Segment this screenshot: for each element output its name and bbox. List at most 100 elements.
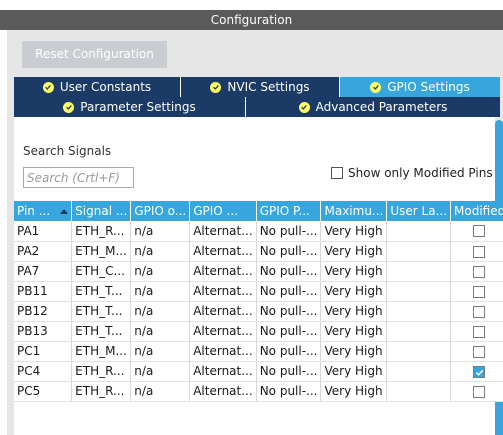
pin-cell: PB11 bbox=[14, 281, 73, 302]
gpio-mode-cell: Alternat... bbox=[189, 221, 257, 242]
table-row[interactable]: PB11 ETH_T... n/a Alternat... No pull-... Ver… bbox=[14, 281, 503, 302]
signal-cell: ETH_R... bbox=[71, 221, 132, 242]
table-row[interactable]: PC1 ETH_M... n/a Alternat... No pull-... Very… bbox=[14, 341, 503, 362]
table-row[interactable]: PC4 ETH_R... n/a Alternat... No pull-... Very… bbox=[14, 361, 503, 382]
tab-label: User Constants bbox=[59, 80, 152, 94]
modified-checkbox[interactable] bbox=[473, 245, 486, 258]
pin-cell: PC1 bbox=[14, 341, 73, 362]
show-modified-pins-toggle[interactable]: Show only Modified Pins bbox=[331, 166, 493, 180]
user-label-cell[interactable] bbox=[386, 261, 452, 282]
modified-checkbox[interactable] bbox=[473, 265, 486, 278]
panel-title: Configuration bbox=[0, 10, 503, 30]
user-label-cell[interactable] bbox=[386, 221, 452, 242]
show-modified-checkbox[interactable] bbox=[331, 167, 343, 179]
tab-row-2: Parameter Settings Advanced Parameters bbox=[14, 97, 500, 117]
tab-nvic-settings[interactable]: NVIC Settings bbox=[181, 77, 340, 97]
signal-cell: ETH_T... bbox=[71, 281, 132, 302]
column-header-gpio-output[interactable]: GPIO o... bbox=[130, 201, 191, 221]
gpio-output-cell: n/a bbox=[130, 301, 191, 322]
modified-cell bbox=[450, 381, 503, 402]
modified-checkbox[interactable] bbox=[473, 225, 486, 238]
user-label-cell[interactable] bbox=[386, 281, 452, 302]
modified-checkbox-checked[interactable] bbox=[473, 365, 486, 378]
gpio-output-cell: n/a bbox=[130, 361, 191, 382]
pin-cell: PA7 bbox=[14, 261, 73, 282]
max-speed-cell: Very High bbox=[320, 261, 388, 282]
column-header-signal[interactable]: Signal ... bbox=[71, 201, 132, 221]
table-header-row: Pin ... Signal ... GPIO o... GPIO ... GP… bbox=[14, 201, 503, 221]
signals-table: Pin ... Signal ... GPIO o... GPIO ... GP… bbox=[14, 201, 503, 402]
search-signals-label: Search Signals bbox=[23, 144, 112, 158]
top-strip bbox=[0, 0, 503, 10]
max-speed-cell: Very High bbox=[320, 361, 388, 382]
gpio-pull-cell: No pull-... bbox=[256, 341, 322, 362]
gpio-mode-cell: Alternat... bbox=[189, 241, 257, 262]
tab-parameter-settings[interactable]: Parameter Settings bbox=[14, 97, 246, 117]
gpio-output-cell: n/a bbox=[130, 241, 191, 262]
gpio-pull-cell: No pull-... bbox=[256, 381, 322, 402]
max-speed-cell: Very High bbox=[320, 381, 388, 402]
gpio-pull-cell: No pull-... bbox=[256, 281, 322, 302]
pin-cell: PA1 bbox=[14, 221, 73, 242]
column-header-modified[interactable]: Modified bbox=[450, 201, 503, 221]
pin-cell: PB13 bbox=[14, 321, 73, 342]
reset-configuration-button[interactable]: Reset Configuration bbox=[22, 41, 167, 68]
tab-user-constants[interactable]: User Constants bbox=[14, 77, 181, 97]
gpio-output-cell: n/a bbox=[130, 221, 191, 242]
gpio-mode-cell: Alternat... bbox=[189, 301, 257, 322]
max-speed-cell: Very High bbox=[320, 281, 388, 302]
table-row[interactable]: PA7 ETH_C... n/a Alternat... No pull-... Very… bbox=[14, 261, 503, 282]
user-label-cell[interactable] bbox=[386, 341, 452, 362]
modified-checkbox[interactable] bbox=[473, 325, 486, 338]
tab-advanced-parameters[interactable]: Advanced Parameters bbox=[246, 97, 500, 117]
table-row[interactable]: PB12 ETH_T... n/a Alternat... No pull-... Ver… bbox=[14, 301, 503, 322]
tab-label: Parameter Settings bbox=[80, 100, 196, 114]
search-input[interactable] bbox=[23, 167, 134, 188]
user-label-cell[interactable] bbox=[386, 381, 452, 402]
signal-cell: ETH_M... bbox=[71, 241, 132, 262]
modified-cell bbox=[450, 341, 503, 362]
column-header-label: Pin ... bbox=[17, 204, 51, 218]
modified-cell bbox=[450, 261, 503, 282]
user-label-cell[interactable] bbox=[386, 301, 452, 322]
table-row[interactable]: PC5 ETH_R... n/a Alternat... No pull-... Very… bbox=[14, 381, 503, 402]
table-row[interactable]: PB13 ETH_T... n/a Alternat... No pull-... Ver… bbox=[14, 321, 503, 342]
gpio-mode-cell: Alternat... bbox=[189, 361, 257, 382]
tab-gpio-settings[interactable]: GPIO Settings bbox=[340, 77, 500, 97]
gpio-mode-cell: Alternat... bbox=[189, 321, 257, 342]
max-speed-cell: Very High bbox=[320, 221, 388, 242]
gpio-output-cell: n/a bbox=[130, 341, 191, 362]
signal-cell: ETH_M... bbox=[71, 341, 132, 362]
tab-label: GPIO Settings bbox=[387, 80, 470, 94]
pin-cell: PC5 bbox=[14, 381, 73, 402]
signal-cell: ETH_T... bbox=[71, 321, 132, 342]
user-label-cell[interactable] bbox=[386, 321, 452, 342]
modified-checkbox[interactable] bbox=[473, 385, 486, 398]
max-speed-cell: Very High bbox=[320, 301, 388, 322]
user-label-cell[interactable] bbox=[386, 241, 452, 262]
check-circle-icon bbox=[42, 81, 54, 93]
signal-cell: ETH_C... bbox=[71, 261, 132, 282]
gpio-pull-cell: No pull-... bbox=[256, 261, 322, 282]
modified-checkbox[interactable] bbox=[473, 305, 486, 318]
column-header-gpio-mode[interactable]: GPIO ... bbox=[189, 201, 257, 221]
column-header-gpio-pull[interactable]: GPIO P... bbox=[256, 201, 322, 221]
tab-label: Advanced Parameters bbox=[315, 100, 448, 114]
gpio-mode-cell: Alternat... bbox=[189, 341, 257, 362]
check-circle-icon bbox=[298, 101, 310, 113]
gpio-output-cell: n/a bbox=[130, 381, 191, 402]
column-header-max-speed[interactable]: Maximu... bbox=[320, 201, 388, 221]
pin-cell: PB12 bbox=[14, 301, 73, 322]
column-header-user-label[interactable]: User La... bbox=[386, 201, 452, 221]
check-circle-icon bbox=[63, 101, 75, 113]
max-speed-cell: Very High bbox=[320, 341, 388, 362]
table-row[interactable]: PA2 ETH_M... n/a Alternat... No pull-... Very… bbox=[14, 241, 503, 262]
column-header-pin[interactable]: Pin ... bbox=[14, 201, 73, 221]
table-row[interactable]: PA1 ETH_R... n/a Alternat... No pull-... Very… bbox=[14, 221, 503, 242]
modified-cell bbox=[450, 361, 503, 382]
sort-ascending-icon bbox=[60, 209, 69, 214]
modified-checkbox[interactable] bbox=[473, 345, 486, 358]
modified-checkbox[interactable] bbox=[473, 285, 486, 298]
gpio-mode-cell: Alternat... bbox=[189, 281, 257, 302]
user-label-cell[interactable] bbox=[386, 361, 452, 382]
